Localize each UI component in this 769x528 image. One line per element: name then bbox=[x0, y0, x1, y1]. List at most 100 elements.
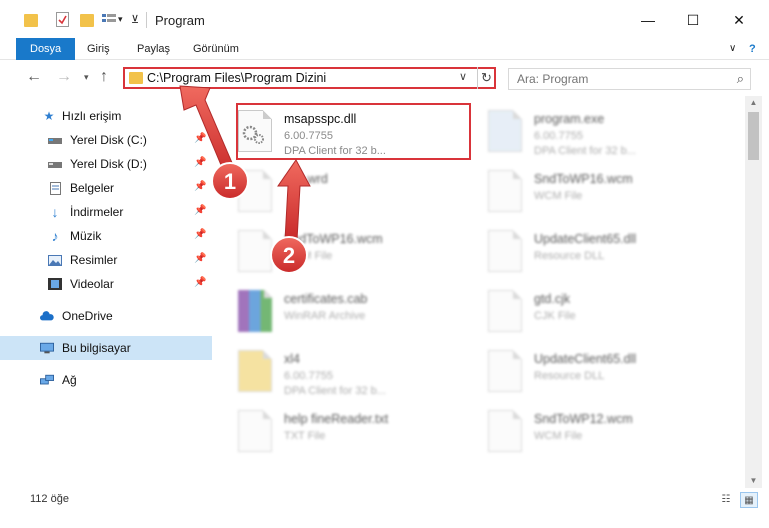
file-type: WCM File bbox=[284, 250, 333, 262]
forward-arrow-icon[interactable]: → bbox=[56, 68, 72, 86]
file-icon bbox=[238, 230, 272, 272]
view-options-icon[interactable] bbox=[102, 14, 116, 26]
dll-file-icon bbox=[488, 230, 522, 272]
tab-share[interactable]: Paylaş bbox=[128, 38, 179, 60]
navigation-pane: ★ Hızlı erişim Yerel Disk (C:) 📌 Yerel D… bbox=[0, 96, 212, 488]
tab-home[interactable]: Giriş bbox=[78, 38, 119, 60]
details-view-icon[interactable]: ☷ bbox=[717, 492, 735, 508]
file-item[interactable]: program.exe 6.00.7755 DPA Client for 32 … bbox=[462, 102, 692, 160]
file-type: WCM File bbox=[534, 190, 583, 202]
computer-icon bbox=[40, 341, 54, 355]
new-folder-icon[interactable] bbox=[80, 14, 94, 27]
file-icon bbox=[238, 350, 272, 392]
pin-icon[interactable]: 📌 bbox=[194, 157, 206, 168]
sidebar-item-music[interactable]: ♪ Müzik 📌 bbox=[0, 224, 212, 248]
file-item[interactable]: SndToWP12.wcm WCM File bbox=[462, 402, 692, 460]
file-item[interactable]: abc.wrd bbox=[212, 162, 442, 220]
file-item[interactable]: certificates.cab WinRAR Archive bbox=[212, 282, 442, 340]
sidebar-item-downloads[interactable]: ↓ İndirmeler 📌 bbox=[0, 200, 212, 224]
tab-file[interactable]: Dosya bbox=[16, 38, 76, 60]
window-title: Program bbox=[155, 13, 205, 28]
ribbon-tabs: Dosya Giriş Paylaş Görünüm ∨ ? bbox=[0, 38, 769, 60]
pin-icon[interactable]: 📌 bbox=[194, 181, 206, 192]
sidebar-item-local-disk-d[interactable]: Yerel Disk (D:) 📌 bbox=[0, 152, 212, 176]
folder-icon bbox=[129, 72, 143, 84]
text-file-icon bbox=[238, 410, 272, 452]
sidebar-item-this-pc[interactable]: Bu bilgisayar bbox=[0, 336, 212, 360]
file-item[interactable]: SndToWP16.wcm WCM File bbox=[212, 222, 442, 280]
file-name: abc.wrd bbox=[284, 172, 328, 186]
drive-icon bbox=[48, 133, 62, 147]
pin-icon[interactable]: 📌 bbox=[194, 277, 206, 288]
search-box[interactable]: ⌕ bbox=[508, 68, 751, 90]
file-name: UpdateClient65.dll bbox=[534, 352, 637, 366]
file-description: DPA Client for 32 b... bbox=[534, 145, 636, 157]
music-icon: ♪ bbox=[51, 228, 59, 244]
file-item[interactable]: xl4 6.00.7755 DPA Client for 32 b... bbox=[212, 342, 442, 400]
file-name: UpdateClient65.dll bbox=[534, 232, 637, 246]
pin-icon[interactable]: 📌 bbox=[194, 205, 206, 216]
sidebar-item-network[interactable]: Ağ bbox=[0, 368, 212, 392]
file-icon bbox=[488, 410, 522, 452]
chevron-down-icon[interactable]: ▾ bbox=[118, 14, 123, 30]
scroll-down-icon[interactable]: ▼ bbox=[745, 474, 762, 488]
sidebar-item-videos[interactable]: Videolar 📌 bbox=[0, 272, 212, 296]
file-item[interactable]: gtd.cjk CJK File bbox=[462, 282, 692, 340]
file-icon bbox=[488, 290, 522, 332]
navigation-bar: ← → ▾ ↑ C:\Program Files\Program Dizini … bbox=[0, 60, 769, 96]
network-icon bbox=[40, 373, 54, 387]
sidebar-item-quick-access[interactable]: ★ Hızlı erişim bbox=[0, 104, 212, 128]
file-icon bbox=[488, 170, 522, 212]
file-name: SndToWP16.wcm bbox=[534, 172, 633, 186]
drive-icon bbox=[48, 157, 62, 171]
help-button[interactable]: ? bbox=[740, 38, 765, 60]
sidebar-item-label: Resimler bbox=[70, 253, 118, 267]
file-type: WCM File bbox=[534, 430, 583, 442]
chevron-down-icon[interactable]: ∨ bbox=[459, 70, 467, 83]
sidebar-item-pictures[interactable]: Resimler 📌 bbox=[0, 248, 212, 272]
cloud-icon bbox=[40, 309, 54, 323]
file-version: 6.00.7755 bbox=[534, 130, 583, 142]
refresh-icon[interactable]: ↻ bbox=[477, 67, 495, 89]
search-input[interactable] bbox=[509, 69, 724, 89]
tab-view[interactable]: Görünüm bbox=[184, 38, 248, 60]
sidebar-item-local-disk-c[interactable]: Yerel Disk (C:) 📌 bbox=[0, 128, 212, 152]
up-arrow-icon[interactable]: ↑ bbox=[100, 68, 108, 86]
scrollbar-thumb[interactable] bbox=[748, 112, 759, 160]
properties-icon[interactable] bbox=[56, 12, 69, 27]
pin-icon[interactable]: 📌 bbox=[194, 133, 206, 144]
file-icon bbox=[238, 170, 272, 212]
maximize-button[interactable]: ☐ bbox=[671, 6, 715, 34]
sidebar-item-onedrive[interactable]: OneDrive bbox=[0, 304, 212, 328]
file-item[interactable]: help fineReader.txt TXT File bbox=[212, 402, 442, 460]
back-arrow-icon[interactable]: ← bbox=[26, 68, 42, 86]
close-button[interactable]: ✕ bbox=[717, 6, 761, 34]
file-item[interactable]: UpdateClient65.dll Resource DLL bbox=[462, 342, 692, 400]
customize-toolbar-icon[interactable]: ⊻ bbox=[131, 13, 139, 29]
file-type: Resource DLL bbox=[534, 250, 605, 262]
large-icons-view-icon[interactable]: ▦ bbox=[740, 492, 758, 508]
title-divider bbox=[146, 12, 147, 28]
pin-icon[interactable]: 📌 bbox=[194, 253, 206, 264]
file-type: WinRAR Archive bbox=[284, 310, 366, 322]
file-description: DPA Client for 32 b... bbox=[284, 385, 386, 397]
documents-icon bbox=[48, 181, 62, 195]
recent-locations-chevron-icon[interactable]: ▾ bbox=[84, 72, 89, 83]
address-bar[interactable]: C:\Program Files\Program Dizini ∨ ↻ bbox=[123, 67, 496, 89]
checkmark-icon bbox=[58, 15, 67, 25]
file-item[interactable]: SndToWP16.wcm WCM File bbox=[462, 162, 692, 220]
minimize-button[interactable]: — bbox=[626, 6, 670, 34]
file-item[interactable]: UpdateClient65.dll Resource DLL bbox=[462, 222, 692, 280]
dll-file-icon bbox=[488, 350, 522, 392]
scroll-up-icon[interactable]: ▲ bbox=[745, 96, 762, 110]
pin-icon[interactable]: 📌 bbox=[194, 229, 206, 240]
sidebar-item-label: Videolar bbox=[70, 277, 114, 291]
file-name: SndToWP12.wcm bbox=[534, 412, 633, 426]
vertical-scrollbar[interactable]: ▲ ▼ bbox=[745, 96, 762, 488]
sidebar-item-label: Hızlı erişim bbox=[62, 109, 122, 123]
sidebar-item-documents[interactable]: Belgeler 📌 bbox=[0, 176, 212, 200]
file-name: certificates.cab bbox=[284, 292, 368, 306]
star-icon: ★ bbox=[43, 109, 55, 123]
address-path[interactable]: C:\Program Files\Program Dizini bbox=[147, 71, 326, 85]
status-bar: 112 öğe ☷ ▦ bbox=[0, 488, 769, 512]
